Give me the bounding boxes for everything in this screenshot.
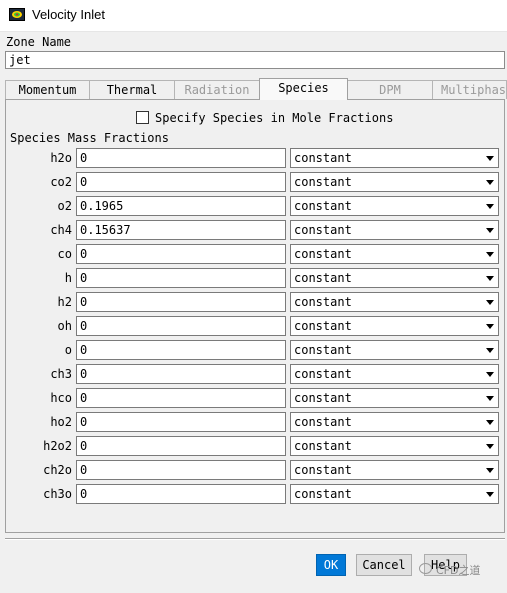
species-method-dropdown[interactable]: constant [290,292,499,312]
dropdown-value: constant [294,223,352,237]
species-value-field[interactable]: 0 [76,244,286,264]
species-value-field[interactable]: 0 [76,172,286,192]
dropdown-arrow-icon[interactable] [486,420,494,425]
dropdown-arrow-icon[interactable] [486,204,494,209]
mole-fraction-checkbox[interactable] [136,111,149,124]
species-value-field[interactable]: 0 [76,364,286,384]
species-value-field[interactable]: 0.1965 [76,196,286,216]
species-value-field[interactable]: 0 [76,436,286,456]
tab-momentum[interactable]: Momentum [5,80,90,99]
species-method-dropdown[interactable]: constant [290,196,499,216]
tab-strip: Momentum Thermal Radiation Species DPM M… [5,78,507,100]
species-value-field[interactable]: 0.15637 [76,220,286,240]
dropdown-value: constant [294,463,352,477]
species-method-dropdown[interactable]: constant [290,172,499,192]
species-label: o [64,343,72,357]
species-label: h [64,271,72,285]
mole-fraction-label: Specify Species in Mole Fractions [155,111,394,125]
zone-name-field[interactable]: jet [5,51,505,69]
dropdown-value: constant [294,295,352,309]
velocity-inlet-dialog: Velocity Inlet Zone Name jet Momentum Th… [0,0,507,593]
dropdown-value: constant [294,175,352,189]
species-label: oh [57,319,72,333]
species-value-field[interactable]: 0 [76,484,286,504]
dropdown-value: constant [294,367,352,381]
species-label: co2 [50,175,72,189]
species-mass-fractions-heading: Species Mass Fractions [10,131,169,145]
species-value-field[interactable]: 0 [76,268,286,288]
species-method-dropdown[interactable]: constant [290,268,499,288]
dropdown-arrow-icon[interactable] [486,444,494,449]
species-label: ch3o [43,487,72,501]
dropdown-arrow-icon[interactable] [486,468,494,473]
dropdown-arrow-icon[interactable] [486,300,494,305]
species-method-dropdown[interactable]: constant [290,436,499,456]
species-method-dropdown[interactable]: constant [290,364,499,384]
dropdown-arrow-icon[interactable] [486,252,494,257]
dropdown-arrow-icon[interactable] [486,372,494,377]
dropdown-arrow-icon[interactable] [486,156,494,161]
dropdown-arrow-icon[interactable] [486,228,494,233]
species-value-field[interactable]: 0 [76,388,286,408]
window-title: Velocity Inlet [32,7,105,22]
dropdown-value: constant [294,487,352,501]
app-icon [9,8,25,21]
dropdown-value: constant [294,439,352,453]
dropdown-value: constant [294,151,352,165]
dropdown-arrow-icon[interactable] [486,396,494,401]
dropdown-arrow-icon[interactable] [486,276,494,281]
dropdown-arrow-icon[interactable] [486,348,494,353]
species-label: hco [50,391,72,405]
tab-thermal[interactable]: Thermal [89,80,175,99]
species-label: h2o [50,151,72,165]
species-value-field[interactable]: 0 [76,292,286,312]
dropdown-value: constant [294,199,352,213]
species-method-dropdown[interactable]: constant [290,316,499,336]
dropdown-arrow-icon[interactable] [486,492,494,497]
species-method-dropdown[interactable]: constant [290,460,499,480]
species-method-dropdown[interactable]: constant [290,484,499,504]
dropdown-value: constant [294,343,352,357]
species-value-field[interactable]: 0 [76,412,286,432]
species-label: o2 [57,199,72,213]
watermark: CFD之道 [419,560,505,580]
dropdown-value: constant [294,391,352,405]
tab-species[interactable]: Species [259,78,348,100]
species-value-field[interactable]: 0 [76,460,286,480]
cancel-button[interactable]: Cancel [356,554,412,576]
species-value-field[interactable]: 0 [76,340,286,360]
species-value-field[interactable]: 0 [76,148,286,168]
species-method-dropdown[interactable]: constant [290,148,499,168]
dropdown-value: constant [294,247,352,261]
dropdown-value: constant [294,319,352,333]
separator [5,538,505,540]
dropdown-value: constant [294,271,352,285]
species-value-field[interactable]: 0 [76,316,286,336]
tab-dpm[interactable]: DPM [347,80,433,99]
species-method-dropdown[interactable]: constant [290,244,499,264]
species-label: h2o2 [43,439,72,453]
title-bar: Velocity Inlet [0,0,507,32]
species-label: co [57,247,72,261]
species-label: ho2 [50,415,72,429]
dropdown-arrow-icon[interactable] [486,180,494,185]
species-label: h2 [57,295,72,309]
dropdown-value: constant [294,415,352,429]
species-label: ch4 [50,223,72,237]
species-label: ch3 [50,367,72,381]
zone-name-label: Zone Name [6,35,72,49]
dropdown-arrow-icon[interactable] [486,324,494,329]
species-method-dropdown[interactable]: constant [290,388,499,408]
tab-multiphase[interactable]: Multiphase [432,80,507,99]
ok-button[interactable]: OK [316,554,346,576]
watermark-text: CFD之道 [436,564,481,577]
wechat-icon [419,563,432,574]
species-label: ch2o [43,463,72,477]
species-method-dropdown[interactable]: constant [290,412,499,432]
species-method-dropdown[interactable]: constant [290,340,499,360]
species-method-dropdown[interactable]: constant [290,220,499,240]
tab-radiation[interactable]: Radiation [174,80,260,99]
